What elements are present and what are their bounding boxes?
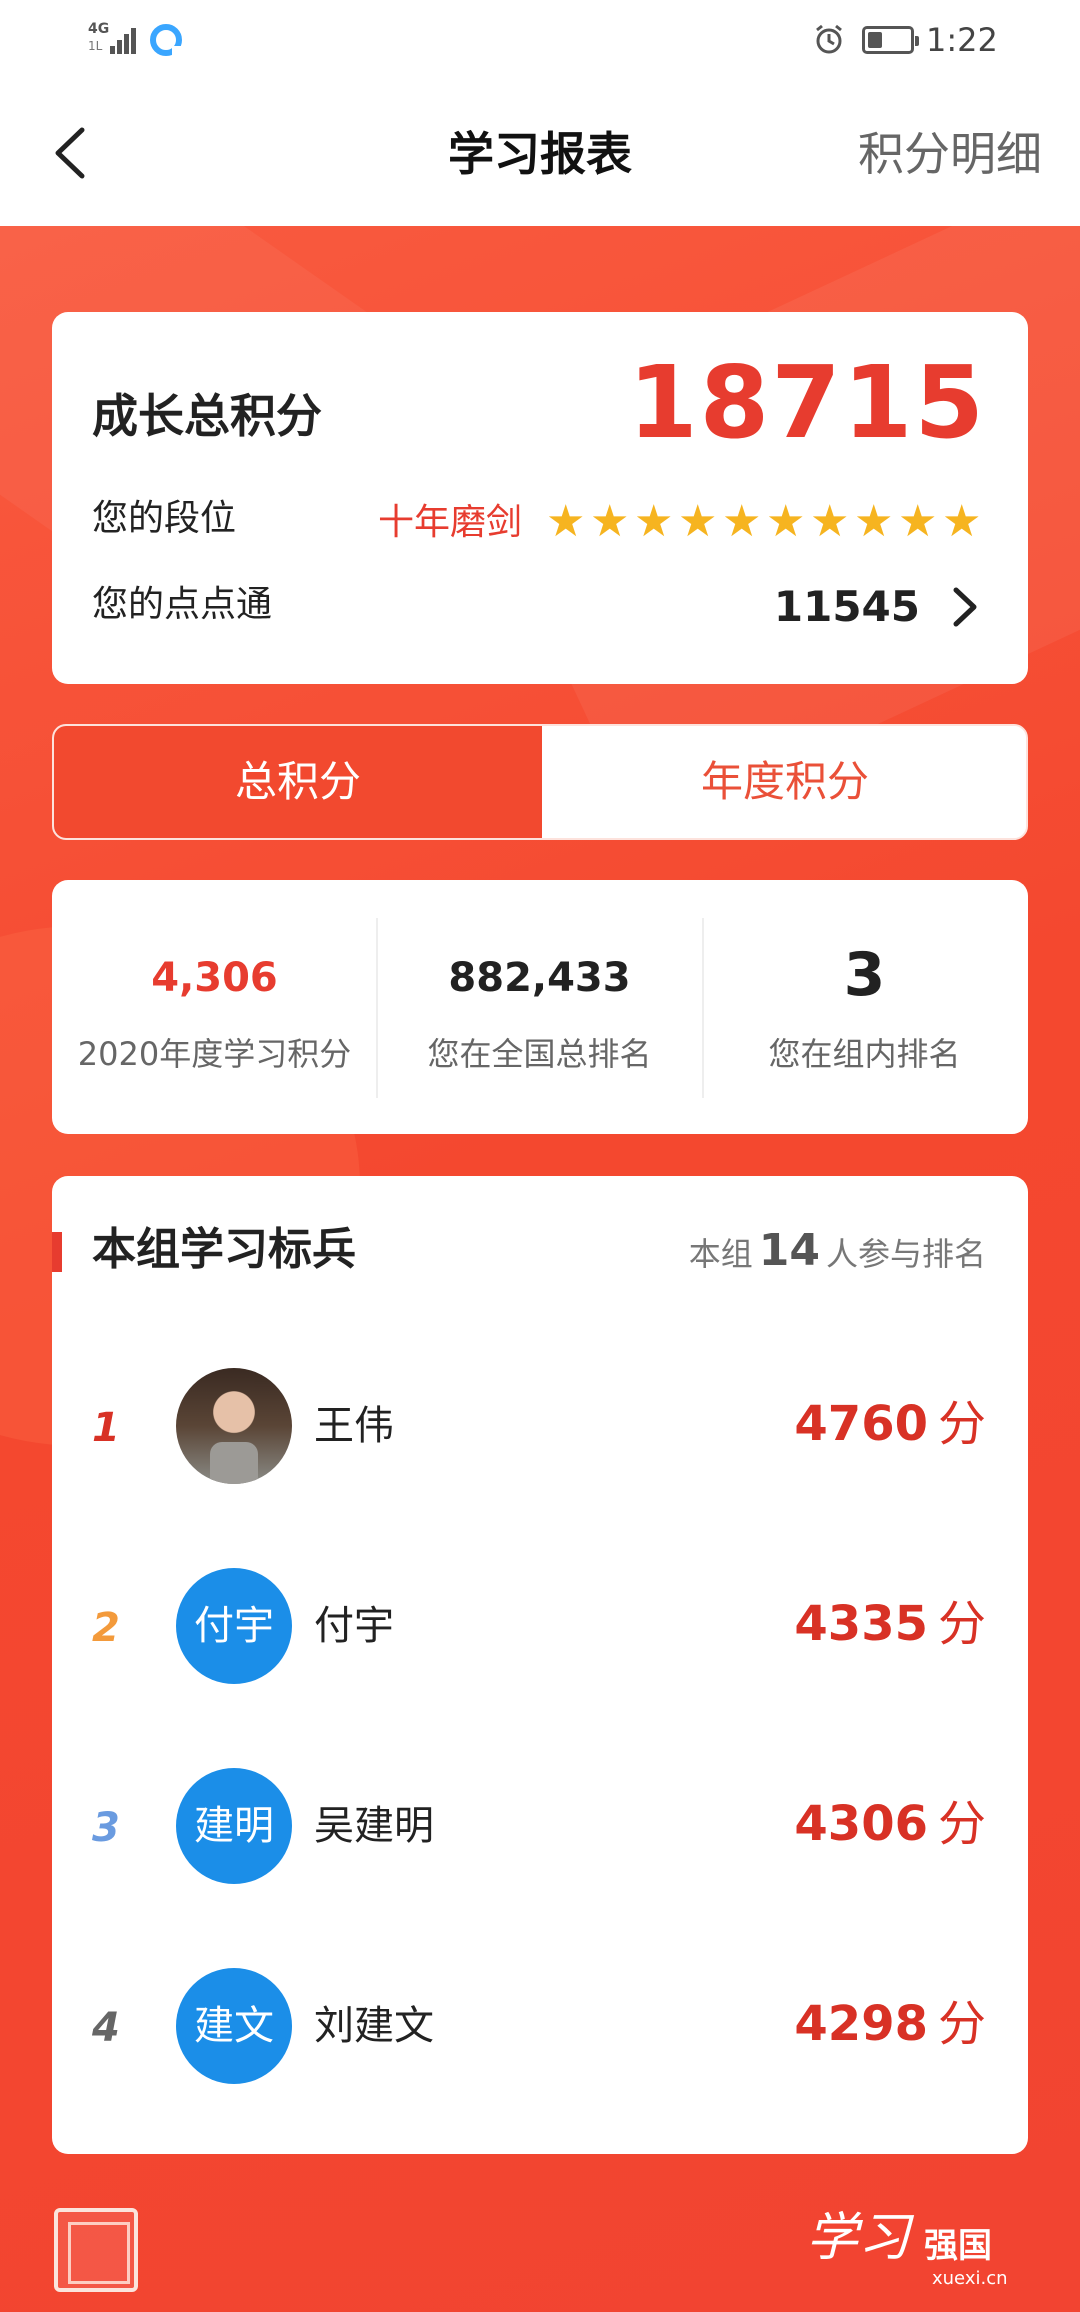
star-icon: ★ — [590, 496, 630, 547]
leaderboard-row[interactable]: 2 付宇 付宇 4335 分 — [52, 1528, 1028, 1728]
national-rank-stat: 882,433 您在全国总排名 — [377, 880, 702, 1134]
member-name: 吴建明 — [314, 1803, 434, 1849]
status-bar: 4G 1L 1:22 — [0, 0, 1080, 80]
member-name: 刘建文 — [314, 2003, 434, 2049]
member-points: 4335 分 — [794, 1590, 986, 1658]
rank-name: 十年磨剑 — [378, 502, 523, 543]
chevron-right-icon[interactable] — [944, 582, 984, 632]
rank-label: 您的段位 — [92, 498, 237, 539]
logo-url: xuexi.cn — [932, 2268, 1008, 2289]
count-prefix: 本组 — [688, 1235, 753, 1273]
rank-number: 2 — [92, 1605, 120, 1651]
avatar-initials: 付宇 — [176, 1568, 292, 1684]
stat-label: 您在组内排名 — [768, 1035, 961, 1073]
star-icon: ★ — [854, 496, 894, 547]
seal-stamp-icon — [54, 2208, 138, 2292]
battery-level — [868, 32, 882, 48]
star-icon: ★ — [546, 496, 586, 547]
leaderboard-title: 本组学习标兵 — [92, 1224, 356, 1275]
stat-value: 3 — [843, 940, 886, 1010]
member-points: 4760 分 — [794, 1390, 986, 1458]
rank-number: 4 — [92, 2005, 120, 2051]
app-notification-icon — [150, 24, 182, 56]
logo-brand: 强国 — [924, 2226, 992, 2266]
stat-value: 4,306 — [151, 955, 278, 1001]
member-points: 4298 分 — [794, 1990, 986, 2058]
star-icon: ★ — [678, 496, 718, 547]
battery-icon — [862, 26, 919, 54]
tab-annual-score[interactable]: 年度积分 — [542, 726, 1026, 838]
points-label: 您的点点通 — [92, 584, 273, 625]
star-icon: ★ — [942, 496, 982, 547]
points-unit: 分 — [937, 1596, 986, 1652]
logo-script: 学习 — [806, 2208, 911, 2268]
member-name: 付宇 — [314, 1603, 394, 1649]
xuexi-logo: 学习 强国 xuexi.cn — [806, 2204, 1026, 2296]
participant-count: 本组 14 人参与排名 — [689, 1224, 986, 1281]
cell-signal-icon: 4G 1L — [88, 22, 144, 56]
rank-number: 3 — [92, 1805, 120, 1851]
annual-score-stat: 4,306 2020年度学习积分 — [52, 880, 377, 1134]
total-score-value: 18715 — [628, 344, 986, 461]
star-icon: ★ — [634, 496, 674, 547]
clock-time: 1:22 — [926, 21, 998, 59]
leaderboard-row[interactable]: 4 建文 刘建文 4298 分 — [52, 1928, 1028, 2128]
leaderboard-row[interactable]: 3 建明 吴建明 4306 分 — [52, 1728, 1028, 1928]
member-points: 4306 分 — [794, 1790, 986, 1858]
points-number: 4306 — [794, 1796, 928, 1852]
points-unit: 分 — [937, 1996, 986, 2052]
stats-card: 4,306 2020年度学习积分 882,433 您在全国总排名 3 您在组内排… — [52, 880, 1028, 1134]
stat-label: 2020年度学习积分 — [77, 1035, 352, 1073]
points-number: 4760 — [794, 1396, 928, 1452]
score-tabs: 总积分 年度积分 — [52, 724, 1028, 840]
network-type: 4G — [88, 21, 110, 37]
group-leaderboard-card: 本组学习标兵 本组 14 人参与排名 1 王伟 4760 分 2 付宇 付宇 4335… — [52, 1176, 1028, 2154]
star-icon: ★ — [722, 496, 762, 547]
leaderboard-row[interactable]: 1 王伟 4760 分 — [52, 1328, 1028, 1528]
count-suffix: 人参与排名 — [825, 1235, 986, 1273]
count-number: 14 — [758, 1225, 820, 1276]
section-marker — [52, 1232, 62, 1272]
points-number: 4298 — [794, 1996, 928, 2052]
network-subtype: 1L — [88, 39, 103, 53]
points-value[interactable]: 11545 — [774, 580, 920, 634]
points-unit: 分 — [937, 1396, 986, 1452]
star-icon: ★ — [810, 496, 850, 547]
total-score-label: 成长总积分 — [92, 389, 322, 443]
points-number: 4335 — [794, 1596, 928, 1652]
stat-label: 您在全国总排名 — [427, 1035, 652, 1073]
avatar-initials: 建文 — [176, 1968, 292, 2084]
star-icon: ★ — [766, 496, 806, 547]
rank-stars: ★ ★ ★ ★ ★ ★ ★ ★ ★ ★ — [546, 500, 986, 544]
star-icon: ★ — [898, 496, 938, 547]
avatar-photo — [176, 1368, 292, 1484]
growth-score-card: 成长总积分 18715 您的段位 十年磨剑 ★ ★ ★ ★ ★ ★ ★ ★ ★ ★ 您的点点通 1… — [52, 312, 1028, 684]
tab-total-score[interactable]: 总积分 — [54, 726, 542, 838]
stat-value: 882,433 — [448, 955, 631, 1001]
nav-bar: 学习报表 积分明细 — [0, 80, 1080, 226]
rank-number: 1 — [92, 1405, 120, 1451]
avatar-initials: 建明 — [176, 1768, 292, 1884]
alarm-icon — [816, 24, 842, 54]
group-rank-stat: 3 您在组内排名 — [702, 880, 1027, 1134]
member-name: 王伟 — [314, 1403, 394, 1449]
points-unit: 分 — [937, 1796, 986, 1852]
points-detail-link[interactable]: 积分明细 — [858, 124, 1042, 184]
